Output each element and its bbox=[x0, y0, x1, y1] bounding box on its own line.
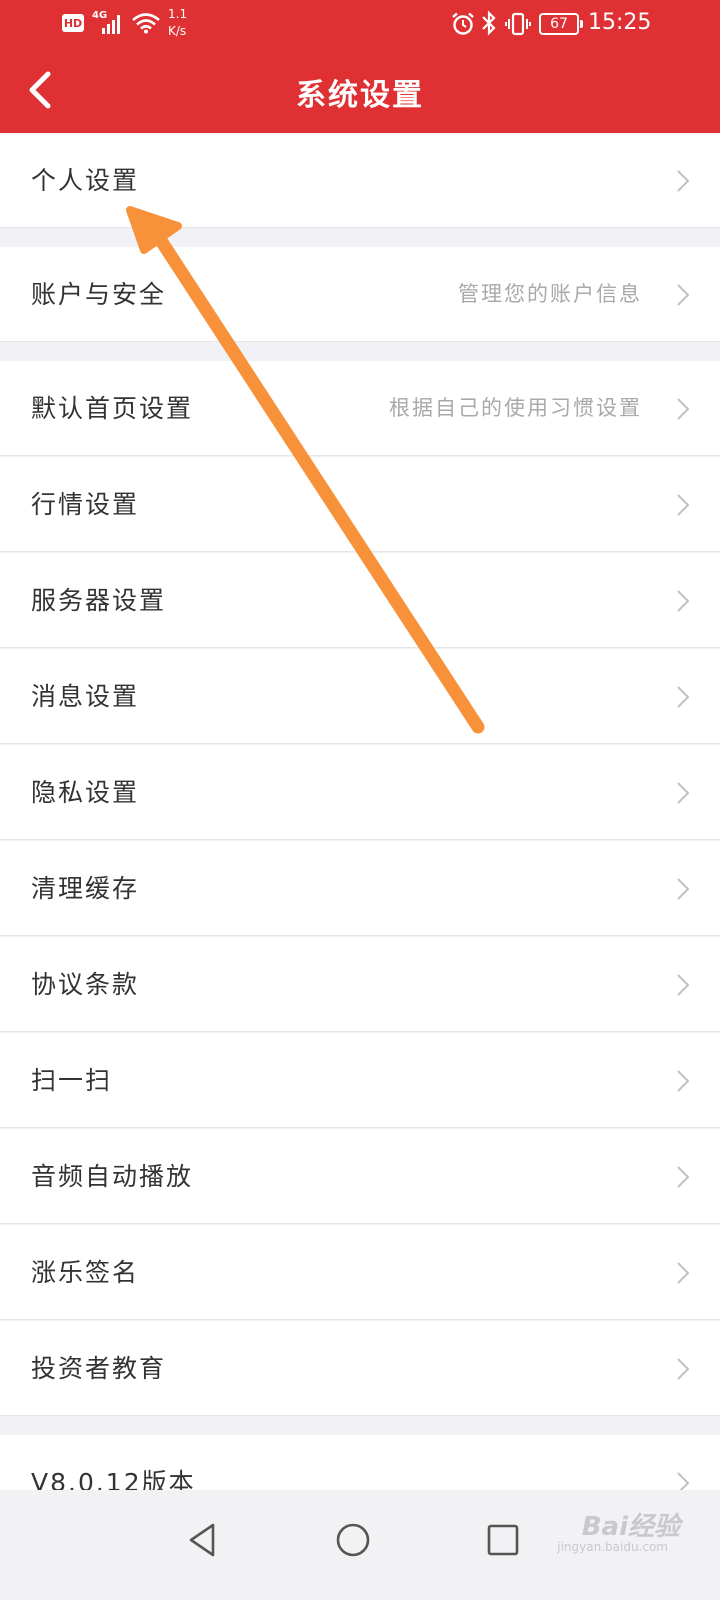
page-title: 系统设置 bbox=[296, 78, 424, 113]
status-bar: HD 4G 1.1 K/s 67 15:25 bbox=[0, 0, 720, 48]
alarm-icon bbox=[451, 12, 475, 36]
settings-item-label: 隐私设置 bbox=[31, 778, 140, 807]
back-triangle-icon bbox=[189, 1523, 215, 1557]
settings-item-personal[interactable]: 个人设置 bbox=[0, 133, 720, 228]
chevron-right-icon bbox=[677, 1166, 690, 1188]
settings-item-audio-autoplay[interactable]: 音频自动播放 bbox=[0, 1129, 720, 1224]
signal-icon: 4G bbox=[92, 10, 128, 36]
battery-icon: 67 bbox=[539, 13, 583, 35]
status-time: 15:25 bbox=[588, 10, 652, 35]
settings-item-label: 行情设置 bbox=[31, 490, 140, 519]
settings-item-scan[interactable]: 扫一扫 bbox=[0, 1033, 720, 1128]
settings-item-label: 协议条款 bbox=[31, 970, 140, 999]
app-header: HD 4G 1.1 K/s 67 15:25 系统设置 bbox=[0, 0, 720, 133]
settings-item-label: 服务器设置 bbox=[31, 586, 167, 615]
settings-item-label: 默认首页设置 bbox=[31, 394, 194, 423]
nav-back-button[interactable] bbox=[183, 1520, 223, 1560]
chevron-right-icon bbox=[677, 782, 690, 804]
settings-item-investor-education[interactable]: 投资者教育 bbox=[0, 1321, 720, 1416]
settings-item-label: 清理缓存 bbox=[31, 874, 140, 903]
chevron-right-icon bbox=[677, 284, 690, 306]
system-nav-bar: Bai经验 jingyan.baidu.com bbox=[0, 1490, 720, 1600]
nav-home-button[interactable] bbox=[333, 1520, 373, 1560]
chevron-right-icon bbox=[677, 590, 690, 612]
settings-item-hint: 根据自己的使用习惯设置 bbox=[389, 396, 642, 420]
settings-item-label: 投资者教育 bbox=[31, 1354, 167, 1383]
settings-item-clear-cache[interactable]: 清理缓存 bbox=[0, 841, 720, 936]
battery-level: 67 bbox=[550, 16, 568, 32]
settings-item-terms[interactable]: 协议条款 bbox=[0, 937, 720, 1032]
settings-item-hint: 管理您的账户信息 bbox=[458, 282, 642, 306]
chevron-right-icon bbox=[677, 686, 690, 708]
settings-item-label: 扫一扫 bbox=[31, 1066, 113, 1095]
settings-item-label: 消息设置 bbox=[31, 682, 140, 711]
settings-item-label: 涨乐签名 bbox=[31, 1258, 140, 1287]
settings-item-account-security[interactable]: 账户与安全 管理您的账户信息 bbox=[0, 247, 720, 342]
vibrate-icon bbox=[505, 12, 531, 36]
settings-item-privacy[interactable]: 隐私设置 bbox=[0, 745, 720, 840]
baidu-watermark: Bai经验 bbox=[581, 1512, 680, 1542]
hd-badge: HD bbox=[62, 14, 84, 32]
network-speed: 1.1 K/s bbox=[168, 6, 198, 40]
speed-value: 1.1 bbox=[168, 7, 188, 21]
home-circle-icon bbox=[336, 1523, 370, 1557]
recents-square-icon bbox=[487, 1524, 519, 1556]
chevron-right-icon bbox=[677, 494, 690, 516]
settings-item-label: 账户与安全 bbox=[31, 280, 167, 309]
chevron-right-icon bbox=[677, 1358, 690, 1380]
settings-item-market[interactable]: 行情设置 bbox=[0, 457, 720, 552]
chevron-right-icon bbox=[677, 1070, 690, 1092]
wifi-icon bbox=[131, 12, 161, 34]
bluetooth-icon bbox=[481, 10, 497, 36]
chevron-right-icon bbox=[677, 170, 690, 192]
settings-item-default-home[interactable]: 默认首页设置 根据自己的使用习惯设置 bbox=[0, 361, 720, 456]
settings-item-signature[interactable]: 涨乐签名 bbox=[0, 1225, 720, 1320]
settings-item-label: 音频自动播放 bbox=[31, 1162, 194, 1191]
chevron-right-icon bbox=[677, 878, 690, 900]
settings-item-server[interactable]: 服务器设置 bbox=[0, 553, 720, 648]
baidu-watermark-url: jingyan.baidu.com bbox=[557, 1540, 668, 1554]
nav-recents-button[interactable] bbox=[483, 1520, 523, 1560]
chevron-right-icon bbox=[677, 974, 690, 996]
chevron-right-icon bbox=[677, 398, 690, 420]
settings-item-label: 个人设置 bbox=[31, 166, 140, 195]
speed-unit: K/s bbox=[168, 24, 187, 38]
settings-item-messages[interactable]: 消息设置 bbox=[0, 649, 720, 744]
chevron-right-icon bbox=[677, 1262, 690, 1284]
